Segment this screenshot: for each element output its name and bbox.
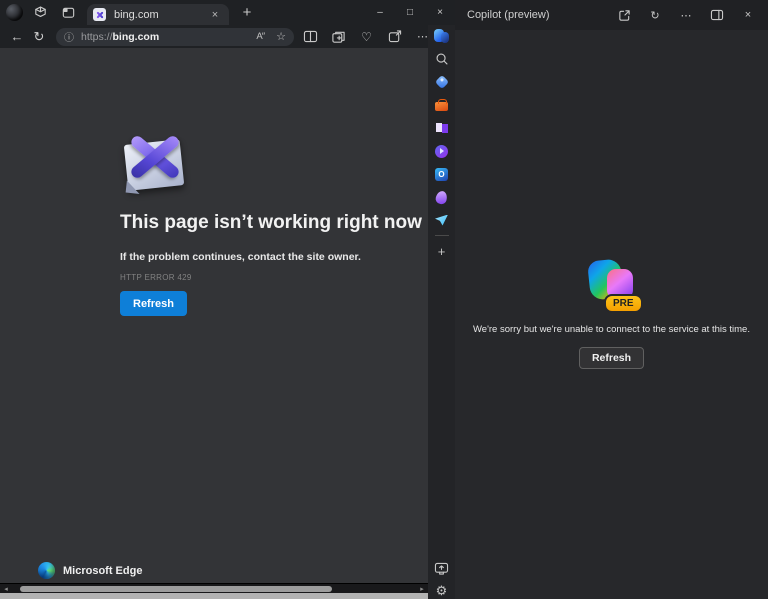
- edge-sidebar: O + ⚙: [428, 25, 455, 599]
- edge-brand: Microsoft Edge: [38, 562, 142, 579]
- video-play-icon[interactable]: [433, 143, 451, 159]
- page-error-favicon: [93, 8, 106, 21]
- address-bar[interactable]: ⓘ https:// bing.com A″ ☆: [56, 28, 294, 46]
- search-icon[interactable]: [433, 51, 451, 67]
- tab-close-icon[interactable]: ×: [207, 7, 223, 23]
- page-refresh-button[interactable]: Refresh: [120, 291, 187, 316]
- sidebar-layout-icon[interactable]: [709, 7, 725, 23]
- window-bottom-edge: [0, 593, 433, 599]
- new-tab-button[interactable]: +: [237, 3, 257, 23]
- copilot-icon[interactable]: [433, 28, 451, 44]
- window-controls: – □ ×: [365, 0, 455, 25]
- site-info-icon[interactable]: ⓘ: [64, 29, 74, 44]
- copilot-logo: PRE: [588, 260, 636, 308]
- error-page: This page isn’t working right now If the…: [0, 48, 428, 583]
- read-aloud-icon[interactable]: A″: [256, 31, 264, 42]
- copilot-header: Copilot (preview) ↻ ⋯ ×: [455, 0, 768, 30]
- copilot-header-icons: ↻ ⋯ ×: [616, 7, 756, 23]
- monitor-icon[interactable]: [433, 560, 451, 576]
- microsoft365-briefcase-icon[interactable]: [433, 97, 451, 113]
- collections-icon[interactable]: [330, 28, 347, 45]
- sidebar-divider: [435, 235, 449, 236]
- toolbar: ← ↻ ⓘ https:// bing.com A″ ☆ ♡ ⋯: [0, 25, 455, 48]
- url-host: bing.com: [113, 31, 160, 43]
- more-options-icon[interactable]: ⋯: [678, 7, 694, 23]
- tab-bing[interactable]: bing.com ×: [87, 4, 229, 25]
- url-protocol: https://: [81, 31, 113, 43]
- tab-title: bing.com: [114, 9, 207, 21]
- profile-avatar[interactable]: [6, 4, 23, 21]
- favorite-star-icon[interactable]: ☆: [276, 30, 286, 43]
- split-screen-icon[interactable]: [302, 28, 319, 45]
- copilot-error-state: PRE We're sorry but we're unable to conn…: [455, 260, 768, 369]
- broken-page-illustration: [116, 134, 196, 196]
- tab-bar: bing.com × + – □ ×: [0, 0, 455, 25]
- tab-actions-icon[interactable]: [57, 3, 79, 23]
- edge-brand-label: Microsoft Edge: [63, 565, 142, 577]
- share-icon[interactable]: [386, 28, 403, 45]
- close-panel-icon[interactable]: ×: [740, 7, 756, 23]
- back-button[interactable]: ←: [6, 27, 28, 47]
- flame-icon[interactable]: [433, 189, 451, 205]
- edge-logo-icon: [38, 562, 55, 579]
- workspaces-icon[interactable]: [29, 3, 51, 23]
- outlook-icon[interactable]: O: [433, 166, 451, 182]
- error-code: HTTP ERROR 429: [120, 273, 192, 282]
- error-subtitle: If the problem continues, contact the si…: [120, 251, 361, 263]
- close-button[interactable]: ×: [425, 0, 455, 25]
- error-title: This page isn’t working right now: [120, 212, 422, 234]
- scrollbar-thumb[interactable]: [20, 586, 332, 592]
- copilot-title: Copilot (preview): [467, 9, 550, 21]
- maximize-button[interactable]: □: [395, 0, 425, 25]
- minimize-button[interactable]: –: [365, 0, 395, 25]
- browser-essentials-icon[interactable]: ♡: [358, 28, 375, 45]
- edge-browser-window: bing.com × + – □ × ← ↻ ⓘ https:// bing.c…: [0, 0, 455, 599]
- customize-sidebar-button[interactable]: +: [433, 243, 451, 259]
- sidebar-settings-gear-icon[interactable]: ⚙: [433, 583, 451, 599]
- refresh-icon[interactable]: ↻: [647, 7, 663, 23]
- toolbar-icons: ♡ ⋯: [302, 28, 431, 45]
- preview-badge: PRE: [604, 294, 643, 313]
- people-icon[interactable]: [433, 120, 451, 136]
- copilot-panel: Copilot (preview) ↻ ⋯ × PRE We're sorry …: [455, 0, 768, 599]
- copilot-refresh-button[interactable]: Refresh: [579, 347, 644, 369]
- drop-paper-plane-icon[interactable]: [433, 212, 451, 228]
- horizontal-scrollbar[interactable]: ◂ ▸: [0, 583, 428, 593]
- open-in-new-window-icon[interactable]: [616, 7, 632, 23]
- reload-button[interactable]: ↻: [28, 27, 50, 47]
- copilot-error-message: We're sorry but we're unable to connect …: [455, 324, 768, 335]
- shopping-tag-icon[interactable]: [433, 74, 451, 90]
